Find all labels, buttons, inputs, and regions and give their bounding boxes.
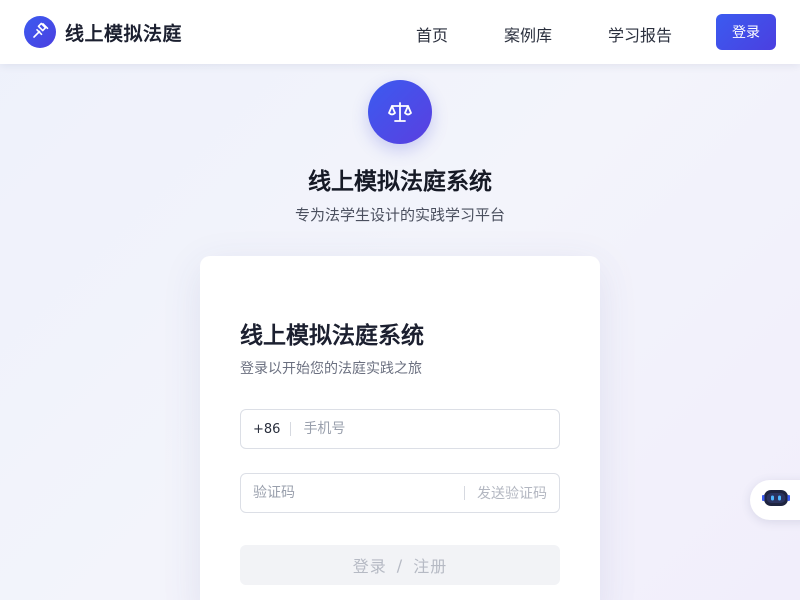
gavel-icon — [24, 16, 56, 48]
phone-input[interactable] — [303, 410, 559, 448]
scales-icon — [368, 80, 432, 144]
phone-field: +86 — [240, 409, 560, 449]
separator-label: / — [396, 555, 404, 575]
login-card: 线上模拟法庭系统 登录以开始您的法庭实践之旅 +86 发送验证码 登录 / 注册 — [200, 256, 600, 600]
login-label: 登录 — [352, 557, 387, 576]
hero-title: 线上模拟法庭系统 — [308, 169, 492, 195]
country-code-prefix[interactable]: +86 — [253, 422, 280, 437]
send-code-button[interactable]: 发送验证码 — [477, 483, 547, 503]
login-card-title: 线上模拟法庭系统 — [240, 323, 424, 349]
brand[interactable]: 线上模拟法庭 — [24, 16, 182, 48]
assistant-button[interactable] — [750, 480, 800, 520]
divider — [464, 486, 465, 500]
nav-home[interactable]: 首页 — [416, 22, 448, 46]
robot-icon — [762, 487, 790, 513]
verification-code-input[interactable] — [253, 474, 454, 512]
nav-learning-report[interactable]: 学习报告 — [608, 22, 672, 46]
divider — [290, 422, 292, 436]
header-login-button[interactable]: 登录 — [716, 14, 776, 50]
login-card-subtitle: 登录以开始您的法庭实践之旅 — [240, 361, 422, 377]
top-navbar: 线上模拟法庭 首页 案例库 学习报告 登录 — [0, 0, 800, 64]
brand-name: 线上模拟法庭 — [65, 22, 183, 45]
verification-code-field: 发送验证码 — [240, 473, 560, 513]
nav-case-library[interactable]: 案例库 — [504, 22, 552, 46]
register-label: 注册 — [413, 557, 448, 576]
hero-subtitle: 专为法学生设计的实践学习平台 — [294, 206, 505, 224]
login-register-button[interactable]: 登录 / 注册 — [240, 545, 560, 585]
